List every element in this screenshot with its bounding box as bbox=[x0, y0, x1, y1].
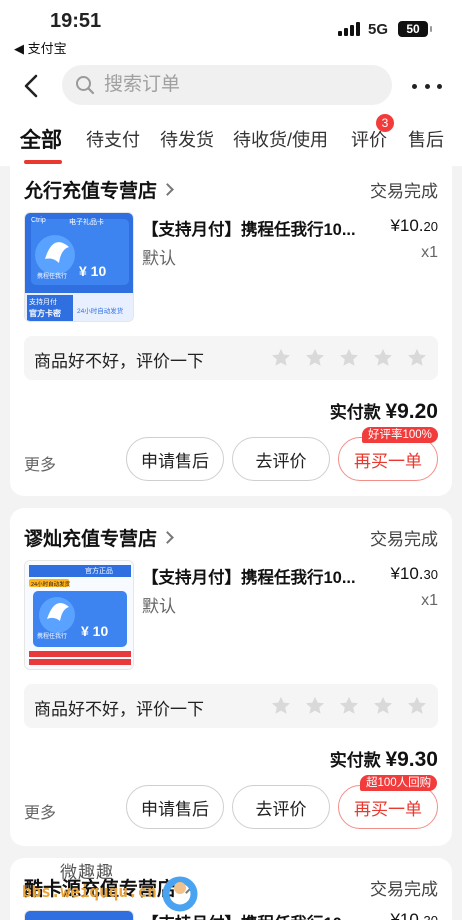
more-link[interactable]: 更多 bbox=[24, 799, 56, 823]
gift-card-image bbox=[25, 561, 133, 669]
back-to-app-link[interactable]: ◀ 支付宝 bbox=[14, 38, 67, 57]
more-link[interactable]: 更多 bbox=[24, 451, 56, 475]
thumb-tag: 官方正品 bbox=[85, 568, 113, 575]
shop-name-link[interactable]: 谬灿充值专营店 bbox=[24, 524, 174, 551]
tab-pending-shipment[interactable]: 待发货 bbox=[160, 126, 214, 152]
thumb-value: ¥ 10 bbox=[81, 623, 109, 639]
more-options-icon[interactable] bbox=[412, 74, 442, 98]
star-icon[interactable] bbox=[338, 347, 360, 369]
buy-again-button[interactable]: 再买一单 bbox=[338, 437, 438, 481]
product-price: ¥10.30 bbox=[390, 564, 438, 583]
star-icon[interactable] bbox=[338, 695, 360, 717]
thumb-tag: 电子礼品卡 bbox=[69, 219, 104, 226]
star-icon[interactable] bbox=[304, 695, 326, 717]
review-prompt-bar[interactable]: 商品好不好，评价一下 bbox=[24, 684, 438, 728]
star-icon[interactable] bbox=[270, 347, 292, 369]
thumb-footer-label: 官方卡密 bbox=[29, 309, 61, 318]
write-review-button[interactable]: 去评价 bbox=[232, 437, 330, 481]
review-count-badge: 3 bbox=[376, 114, 394, 132]
star-rating[interactable] bbox=[270, 347, 428, 369]
battery-icon: 50 bbox=[398, 21, 432, 37]
review-prompt-text: 商品好不好，评价一下 bbox=[34, 700, 204, 719]
network-label: 5G bbox=[368, 21, 389, 38]
review-prompt-bar[interactable]: 商品好不好，评价一下 bbox=[24, 336, 438, 380]
paid-amount: 实付款 ¥9.20 bbox=[329, 400, 438, 423]
product-quantity: x1 bbox=[421, 244, 438, 261]
star-rating[interactable] bbox=[270, 695, 428, 717]
order-tabs: 全部 待支付 待发货 待收货/使用 评价 3 售后 bbox=[0, 114, 462, 166]
back-arrow-icon[interactable] bbox=[18, 72, 46, 100]
product-price: ¥10.20 bbox=[390, 216, 438, 235]
product-title[interactable]: 【支持月付】携程任我行10... bbox=[142, 564, 374, 588]
promo-badge: 超100人回购 bbox=[360, 775, 438, 791]
watermark-url: bbs.weiququ.cn bbox=[22, 882, 157, 901]
order-status: 交易完成 bbox=[370, 530, 438, 549]
active-tab-indicator bbox=[24, 160, 62, 164]
shop-name-link[interactable]: 允行充值专营店 bbox=[24, 176, 174, 203]
star-icon[interactable] bbox=[304, 347, 326, 369]
thumb-brand: 携程任我行 bbox=[37, 274, 68, 280]
signal-icon bbox=[338, 22, 360, 36]
product-quantity: x1 bbox=[421, 592, 438, 609]
apply-after-sales-button[interactable]: 申请售后 bbox=[126, 437, 224, 481]
star-icon[interactable] bbox=[372, 695, 394, 717]
star-icon[interactable] bbox=[406, 695, 428, 717]
thumb-brand: 携程任我行 bbox=[37, 634, 68, 640]
thumb-footer-label: 24小时自动发货 bbox=[77, 308, 124, 315]
status-time: 19:51 bbox=[50, 10, 102, 32]
swim-ring-icon bbox=[162, 876, 198, 912]
product-thumbnail[interactable]: Ctrip 电子礼品卡 携程任我行 ¥ 10 支持月付 官方卡密 24小时自动发… bbox=[24, 212, 134, 322]
tab-all[interactable]: 全部 bbox=[20, 124, 62, 154]
tab-after-sales[interactable]: 售后 bbox=[408, 126, 444, 152]
star-icon[interactable] bbox=[372, 347, 394, 369]
chevron-right-icon bbox=[161, 531, 174, 544]
thumb-value: ¥ 10 bbox=[79, 263, 107, 279]
watermark-text: 微趣趣 bbox=[60, 863, 114, 882]
star-icon[interactable] bbox=[406, 347, 428, 369]
search-icon bbox=[76, 76, 95, 95]
buy-again-button[interactable]: 再买一单 bbox=[338, 785, 438, 829]
product-spec: 默认 bbox=[142, 249, 176, 268]
search-input[interactable] bbox=[104, 74, 364, 96]
status-bar: 19:51 ◀ 支付宝 5G 50 bbox=[0, 0, 462, 58]
search-box[interactable] bbox=[62, 65, 392, 105]
write-review-button[interactable]: 去评价 bbox=[232, 785, 330, 829]
paid-amount: 实付款 ¥9.30 bbox=[329, 748, 438, 771]
product-spec: 默认 bbox=[142, 597, 176, 616]
order-card: 允行充值专营店 交易完成 Ctrip 电子礼品卡 携程任我行 ¥ 10 支持月付… bbox=[10, 166, 452, 496]
apply-after-sales-button[interactable]: 申请售后 bbox=[126, 785, 224, 829]
chevron-right-icon bbox=[161, 183, 174, 196]
review-prompt-text: 商品好不好，评价一下 bbox=[34, 352, 204, 371]
product-title[interactable]: 【支持月付】携程任我行10... bbox=[142, 216, 374, 240]
product-price: ¥10.30 bbox=[390, 910, 438, 920]
order-status: 交易完成 bbox=[370, 182, 438, 201]
watermark: 微趣趣 bbs.weiququ.cn bbox=[22, 858, 202, 918]
order-card: 谬灿充值专营店 交易完成 官方正品 24小时自动发货 携程任我行 ¥ 10 【支… bbox=[10, 508, 452, 846]
promo-badge: 好评率100% bbox=[362, 427, 438, 443]
thumb-tag: 24小时自动发货 bbox=[31, 582, 71, 588]
tab-pending-payment[interactable]: 待支付 bbox=[86, 126, 140, 152]
thumb-footer-label: 支持月付 bbox=[29, 299, 57, 306]
thumb-tag: Ctrip bbox=[31, 217, 46, 224]
order-status: 交易完成 bbox=[370, 880, 438, 899]
product-thumbnail[interactable]: 官方正品 24小时自动发货 携程任我行 ¥ 10 bbox=[24, 560, 134, 670]
tab-pending-receipt[interactable]: 待收货/使用 bbox=[233, 126, 328, 152]
header bbox=[0, 58, 462, 114]
star-icon[interactable] bbox=[270, 695, 292, 717]
